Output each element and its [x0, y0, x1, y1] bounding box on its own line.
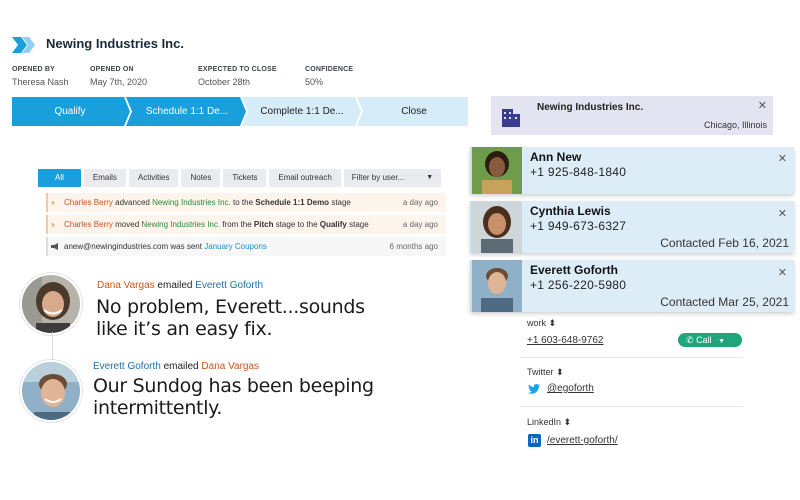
expected-close: EXPECTED TO CLOSE October 28th — [198, 66, 277, 87]
last-contacted: Contacted Mar 25, 2021 — [660, 295, 789, 309]
contact-phone[interactable]: +1 949-673-6327 — [530, 219, 626, 233]
recipient-link[interactable]: Everett Goforth — [195, 280, 263, 291]
actor-link[interactable]: Charles Berry — [64, 220, 113, 229]
activity-feed: ››› Charles Berry advanced Newing Indust… — [46, 193, 446, 259]
tab-emails[interactable]: Emails — [83, 169, 126, 187]
close-icon[interactable]: ✕ — [758, 99, 767, 112]
contact-phone[interactable]: +1 925-848-1840 — [530, 165, 626, 179]
work-phone-label[interactable]: work ⬍ — [527, 318, 556, 329]
pipeline-stages: Qualify Schedule 1:1 De... Complete 1:1 … — [12, 97, 468, 126]
contact-card-ann-new[interactable]: Ann New +1 925-848-1840 ✕ — [470, 147, 794, 194]
company-logo-icon — [12, 37, 35, 53]
timeline-connector — [52, 332, 53, 362]
account-link[interactable]: Newing Industries Inc. — [152, 198, 231, 207]
avatar-everett-goforth — [20, 360, 82, 422]
avatar-ann-new — [472, 147, 522, 194]
twitter-handle-link[interactable]: @egoforth — [547, 383, 594, 394]
stage-change-icon: ››› — [51, 198, 55, 207]
tab-email-outreach[interactable]: Email outreach — [269, 169, 341, 187]
megaphone-icon — [51, 243, 58, 250]
opened-on: OPENED ON May 7th, 2020 — [90, 66, 148, 87]
twitter-icon — [528, 384, 540, 394]
chevron-down-icon: ▼ — [718, 338, 726, 345]
contact-card-everett-goforth[interactable]: Everett Goforth +1 256-220-5980 Contacte… — [470, 260, 794, 312]
building-icon — [502, 109, 520, 127]
filter-by-user-select[interactable]: Filter by user... ▼ — [343, 169, 442, 187]
list-item: ››› Charles Berry moved Newing Industrie… — [46, 215, 446, 234]
avatar-everett-goforth-small — [472, 260, 522, 312]
contact-name[interactable]: Everett Goforth — [530, 263, 618, 277]
call-label: Call — [696, 335, 712, 345]
contact-name[interactable]: Ann New — [530, 150, 581, 164]
tab-notes[interactable]: Notes — [181, 169, 221, 187]
account-location: Chicago, Illinois — [703, 120, 767, 130]
filter-by-user-label: Filter by user... — [351, 173, 405, 182]
stage-complete-demo[interactable]: Complete 1:1 De... — [246, 97, 358, 126]
close-icon[interactable]: ✕ — [778, 266, 787, 279]
list-item: ››› Charles Berry advanced Newing Indust… — [46, 193, 446, 212]
email-header: Everett Goforth emailed Dana Vargas — [93, 361, 260, 372]
campaign-link[interactable]: January Coupons — [204, 242, 267, 251]
chevron-down-icon: ▼ — [426, 174, 434, 181]
divider — [520, 357, 743, 358]
opened-by: OPENED BY Theresa Nash — [12, 66, 69, 87]
last-contacted: Contacted Feb 16, 2021 — [660, 236, 789, 250]
close-icon[interactable]: ✕ — [778, 207, 787, 220]
account-card[interactable]: Newing Industries Inc. Chicago, Illinois… — [491, 96, 773, 135]
timestamp: 6 months ago — [389, 242, 438, 251]
phone-icon: ✆ — [686, 335, 694, 345]
timestamp: a day ago — [402, 198, 438, 207]
account-link[interactable]: Newing Industries Inc. — [141, 220, 220, 229]
linkedin-icon: in — [528, 434, 541, 447]
recipient-link[interactable]: Dana Vargas — [201, 361, 259, 372]
timestamp: a day ago — [402, 220, 438, 229]
page-title: Newing Industries Inc. — [46, 36, 184, 51]
tab-tickets[interactable]: Tickets — [223, 169, 267, 187]
linkedin-handle-link[interactable]: /everett-goforth/ — [547, 435, 618, 446]
call-button[interactable]: ✆ Call ▼ — [678, 333, 742, 347]
recipient-email: anew@newingindustries.com — [64, 242, 169, 251]
contact-name[interactable]: Cynthia Lewis — [530, 204, 611, 218]
stage-change-icon: ››› — [51, 220, 55, 229]
avatar-dana-vargas — [20, 273, 82, 335]
stage-schedule-demo[interactable]: Schedule 1:1 De... — [130, 97, 244, 126]
avatar-cynthia-lewis — [472, 201, 522, 253]
divider — [520, 406, 743, 407]
work-phone-link[interactable]: +1 603-648-9762 — [527, 335, 603, 346]
contact-card-cynthia-lewis[interactable]: Cynthia Lewis +1 949-673-6327 Contacted … — [470, 201, 794, 253]
confidence: CONFIDENCE 50% — [305, 66, 354, 87]
list-item: anew@newingindustries.com was sent Janua… — [46, 237, 446, 256]
email-body[interactable]: Our Sundog has been beeping intermittent… — [93, 375, 374, 419]
twitter-label[interactable]: Twitter ⬍ — [527, 367, 564, 378]
tab-activities[interactable]: Activities — [128, 169, 179, 187]
email-header: Dana Vargas emailed Everett Goforth — [97, 280, 264, 291]
close-icon[interactable]: ✕ — [778, 152, 787, 165]
email-body[interactable]: No problem, Everett...sounds like it’s a… — [96, 296, 365, 340]
account-name[interactable]: Newing Industries Inc. — [537, 102, 643, 113]
linkedin-label[interactable]: LinkedIn ⬍ — [527, 417, 571, 428]
activity-filter-bar: All Emails Activities Notes Tickets Emai… — [38, 169, 442, 187]
stage-qualify[interactable]: Qualify — [12, 97, 128, 126]
contact-phone[interactable]: +1 256-220-5980 — [530, 278, 626, 292]
actor-link[interactable]: Charles Berry — [64, 198, 113, 207]
sender-link[interactable]: Dana Vargas — [97, 280, 155, 291]
stage-close[interactable]: Close — [360, 97, 468, 126]
sender-link[interactable]: Everett Goforth — [93, 361, 161, 372]
tab-all[interactable]: All — [38, 169, 81, 187]
